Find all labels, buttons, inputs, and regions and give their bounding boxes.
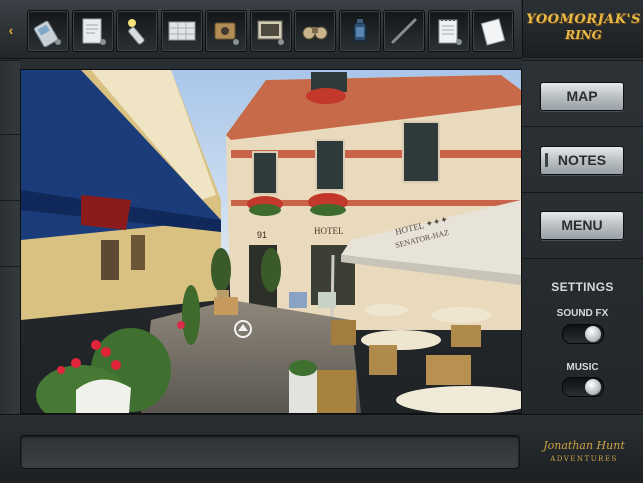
bezel-divider — [0, 60, 20, 121]
inventory-slot-cell-phone[interactable] — [27, 10, 69, 52]
logo-title-line2: RING — [565, 28, 602, 42]
bezel-divider — [0, 200, 20, 261]
inventory-slot-rod[interactable] — [383, 10, 425, 52]
photo-icon — [257, 20, 284, 45]
music-label: MUSIC — [566, 362, 599, 373]
street-cafe-scene: 91 HOTEL HOTEL ✦✦✦ SENATOR-HAZ — [21, 70, 521, 413]
inventory-slot-document[interactable] — [72, 10, 114, 52]
panel-divider — [522, 258, 643, 259]
door-number: 91 — [257, 230, 267, 240]
game-scene-view[interactable]: 91 HOTEL HOTEL ✦✦✦ SENATOR-HAZ — [20, 69, 522, 414]
paper-icon — [480, 18, 506, 46]
logo-title-line1: YOOMORJAK'S — [526, 12, 641, 27]
settings-title: SETTINGS — [551, 280, 614, 294]
bottom-bar: Jonathan Hunt ADVENTURES — [0, 414, 643, 483]
notepad-icon — [438, 19, 462, 45]
right-control-panel: MAP NOTES MENU — [522, 60, 643, 414]
message-box — [20, 435, 520, 469]
inventory-slot-photo[interactable] — [250, 10, 292, 52]
map-sheet-icon — [168, 21, 196, 41]
inventory-slot-map-sheet[interactable] — [161, 10, 203, 52]
flashlight-icon — [128, 19, 145, 45]
panel-divider — [522, 192, 643, 193]
lantern-icon — [353, 19, 367, 42]
sound-fx-label: SOUND FX — [556, 308, 609, 319]
bezel-divider — [0, 266, 20, 327]
inventory-scroll-left-icon[interactable]: ‹ — [4, 22, 18, 38]
music-toggle[interactable] — [562, 377, 604, 397]
panel-divider — [522, 60, 643, 61]
notes-indicator-icon — [545, 153, 548, 167]
inventory-slot-device[interactable] — [205, 10, 247, 52]
inventory-slot-binoculars[interactable] — [294, 10, 336, 52]
menu-button[interactable]: MENU — [540, 211, 624, 240]
cell-phone-icon — [33, 20, 61, 47]
sound-fx-toggle-knob — [585, 326, 601, 342]
brand-logo-line1: Jonathan Hunt — [543, 439, 625, 452]
left-bezel — [0, 60, 20, 414]
bezel-divider — [0, 134, 20, 195]
binoculars-icon — [302, 26, 328, 40]
music-toggle-knob — [585, 379, 601, 395]
menu-button-label: MENU — [561, 217, 603, 233]
map-button[interactable]: MAP — [540, 82, 624, 111]
sound-fx-toggle[interactable] — [562, 324, 604, 344]
notes-button-label: NOTES — [557, 152, 607, 168]
inventory-slot-lantern[interactable] — [339, 10, 381, 52]
inventory-slot-flashlight[interactable] — [116, 10, 158, 52]
brand-logo-line2: ADVENTURES — [550, 455, 618, 463]
rod-icon — [391, 18, 417, 44]
hotel-sign: HOTEL — [314, 226, 344, 236]
notes-button[interactable]: NOTES — [540, 146, 624, 175]
document-icon — [82, 18, 106, 45]
device-icon — [214, 22, 239, 45]
game-logo: YOOMORJAK'S RING — [522, 0, 643, 58]
map-button-label: MAP — [566, 88, 598, 104]
inventory-slot-notepad[interactable] — [428, 10, 470, 52]
inventory-bar: ‹ — [0, 0, 521, 59]
inventory-slot-paper[interactable] — [472, 10, 514, 52]
panel-divider — [522, 126, 643, 127]
